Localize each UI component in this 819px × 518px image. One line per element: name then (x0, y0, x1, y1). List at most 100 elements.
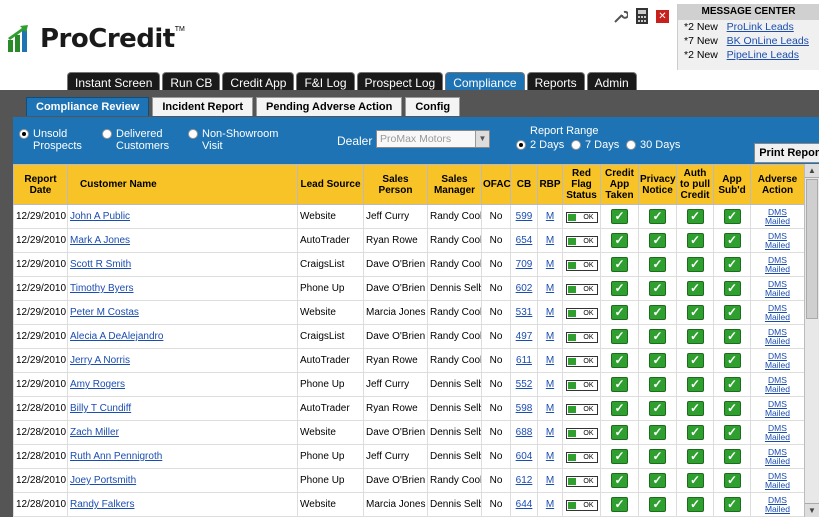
check-icon[interactable]: ✓ (686, 281, 704, 296)
customer-name-link[interactable]: Ruth Ann Pennigroth (70, 451, 162, 462)
red-flag-ok-icon[interactable]: OK (565, 475, 598, 487)
subtab-compliance-review[interactable]: Compliance Review (26, 97, 150, 116)
check-icon[interactable]: ✓ (686, 497, 704, 512)
check-icon[interactable]: ✓ (649, 425, 666, 440)
rbp-link[interactable]: M (546, 403, 554, 414)
customer-name-link[interactable]: Amy Rogers (70, 379, 125, 390)
check-icon[interactable]: ✓ (611, 401, 628, 416)
cb-score-link[interactable]: 688 (516, 427, 533, 438)
col-header-auth-to-pull-credit[interactable]: Auth to pull Credit (676, 164, 714, 205)
check-icon[interactable]: ✓ (649, 257, 666, 272)
check-icon[interactable]: ✓ (611, 353, 628, 368)
radio-2-days[interactable]: 2 Days (516, 139, 564, 151)
red-flag-ok-icon[interactable]: OK (565, 427, 598, 439)
adverse-action-link[interactable]: DMS Mailed (753, 375, 802, 394)
calculator-icon[interactable] (634, 8, 650, 24)
check-icon[interactable]: ✓ (649, 329, 666, 344)
subtab-config[interactable]: Config (405, 97, 461, 116)
check-icon[interactable]: ✓ (686, 233, 704, 248)
rbp-link[interactable]: M (546, 451, 554, 462)
check-icon[interactable]: ✓ (611, 209, 628, 224)
close-icon[interactable]: ✕ (656, 9, 669, 23)
red-flag-ok-icon[interactable]: OK (565, 499, 598, 511)
cb-score-link[interactable]: 611 (516, 355, 532, 366)
check-icon[interactable]: ✓ (723, 473, 741, 488)
check-icon[interactable]: ✓ (723, 281, 741, 296)
rbp-link[interactable]: M (546, 235, 554, 246)
radio-button[interactable] (102, 129, 112, 139)
check-icon[interactable]: ✓ (611, 281, 628, 296)
subtab-incident-report[interactable]: Incident Report (152, 97, 253, 116)
nav-tab-admin[interactable]: Admin (586, 72, 637, 90)
check-icon[interactable]: ✓ (723, 305, 741, 320)
check-icon[interactable]: ✓ (649, 473, 666, 488)
scrollbar-thumb[interactable] (806, 179, 818, 319)
cb-score-link[interactable]: 531 (516, 307, 533, 318)
customer-name-link[interactable]: Billy T Cundiff (70, 403, 131, 414)
col-header-privacy-notice[interactable]: Privacy Notice (638, 164, 677, 205)
adverse-action-link[interactable]: DMS Mailed (753, 327, 802, 346)
check-icon[interactable]: ✓ (611, 305, 628, 320)
adverse-action-link[interactable]: DMS Mailed (753, 351, 802, 370)
vertical-scrollbar[interactable]: ▲ ▼ (804, 164, 819, 517)
wrench-icon[interactable] (612, 8, 628, 24)
customer-name-link[interactable]: Scott R Smith (70, 259, 131, 270)
chevron-down-icon[interactable]: ▼ (475, 131, 489, 147)
red-flag-ok-icon[interactable]: OK (565, 403, 598, 415)
radio-button[interactable] (188, 129, 198, 139)
check-icon[interactable]: ✓ (649, 209, 666, 224)
message-link-pipeline[interactable]: PipeLine Leads (727, 49, 799, 61)
check-icon[interactable]: ✓ (611, 473, 628, 488)
adverse-action-link[interactable]: DMS Mailed (753, 207, 802, 226)
nav-tab-credit-app[interactable]: Credit App (222, 72, 295, 90)
check-icon[interactable]: ✓ (649, 281, 666, 296)
customer-name-link[interactable]: Jerry A Norris (70, 355, 130, 366)
check-icon[interactable]: ✓ (686, 257, 704, 272)
rbp-link[interactable]: M (546, 331, 554, 342)
scroll-up-icon[interactable]: ▲ (805, 164, 819, 178)
cb-score-link[interactable]: 604 (516, 451, 533, 462)
rbp-link[interactable]: M (546, 355, 554, 366)
col-header-report-date[interactable]: Report Date (13, 164, 68, 205)
subtab-pending-adverse-action[interactable]: Pending Adverse Action (256, 97, 403, 116)
check-icon[interactable]: ✓ (649, 449, 666, 464)
adverse-action-link[interactable]: DMS Mailed (753, 399, 802, 418)
cb-score-link[interactable]: 598 (516, 403, 533, 414)
cb-score-link[interactable]: 654 (516, 235, 533, 246)
red-flag-ok-icon[interactable]: OK (565, 379, 598, 391)
radio-button[interactable] (19, 129, 29, 139)
customer-name-link[interactable]: Zach Miller (70, 427, 119, 438)
print-report-button[interactable]: Print Report (754, 143, 819, 163)
check-icon[interactable]: ✓ (723, 401, 741, 416)
red-flag-ok-icon[interactable]: OK (565, 331, 598, 343)
check-icon[interactable]: ✓ (686, 377, 704, 392)
check-icon[interactable]: ✓ (649, 497, 666, 512)
rbp-link[interactable]: M (546, 307, 554, 318)
radio-30-days[interactable]: 30 Days (626, 139, 680, 151)
check-icon[interactable]: ✓ (649, 233, 666, 248)
radio-button[interactable] (626, 140, 636, 150)
cb-score-link[interactable]: 709 (516, 259, 533, 270)
rbp-link[interactable]: M (546, 427, 554, 438)
col-header-ofac[interactable]: OFAC (481, 164, 511, 205)
rbp-link[interactable]: M (546, 283, 554, 294)
red-flag-ok-icon[interactable]: OK (565, 355, 598, 367)
red-flag-ok-icon[interactable]: OK (565, 451, 598, 463)
customer-name-link[interactable]: Peter M Costas (70, 307, 139, 318)
rbp-link[interactable]: M (546, 499, 554, 510)
rbp-link[interactable]: M (546, 211, 554, 222)
red-flag-ok-icon[interactable]: OK (565, 211, 598, 223)
message-link-bk-online[interactable]: BK OnLine Leads (727, 35, 809, 47)
check-icon[interactable]: ✓ (723, 449, 741, 464)
check-icon[interactable]: ✓ (686, 425, 704, 440)
scroll-down-icon[interactable]: ▼ (805, 503, 819, 517)
adverse-action-link[interactable]: DMS Mailed (753, 255, 802, 274)
col-header-red-flag-status[interactable]: Red Flag Status (562, 164, 601, 205)
customer-name-link[interactable]: John A Public (70, 211, 130, 222)
check-icon[interactable]: ✓ (686, 209, 704, 224)
check-icon[interactable]: ✓ (611, 257, 628, 272)
customer-name-link[interactable]: Alecia A DeAlejandro (70, 331, 163, 342)
col-header-sales-person[interactable]: Sales Person (363, 164, 428, 205)
adverse-action-link[interactable]: DMS Mailed (753, 447, 802, 466)
nav-tab-fi-log[interactable]: F&I Log (296, 72, 355, 90)
